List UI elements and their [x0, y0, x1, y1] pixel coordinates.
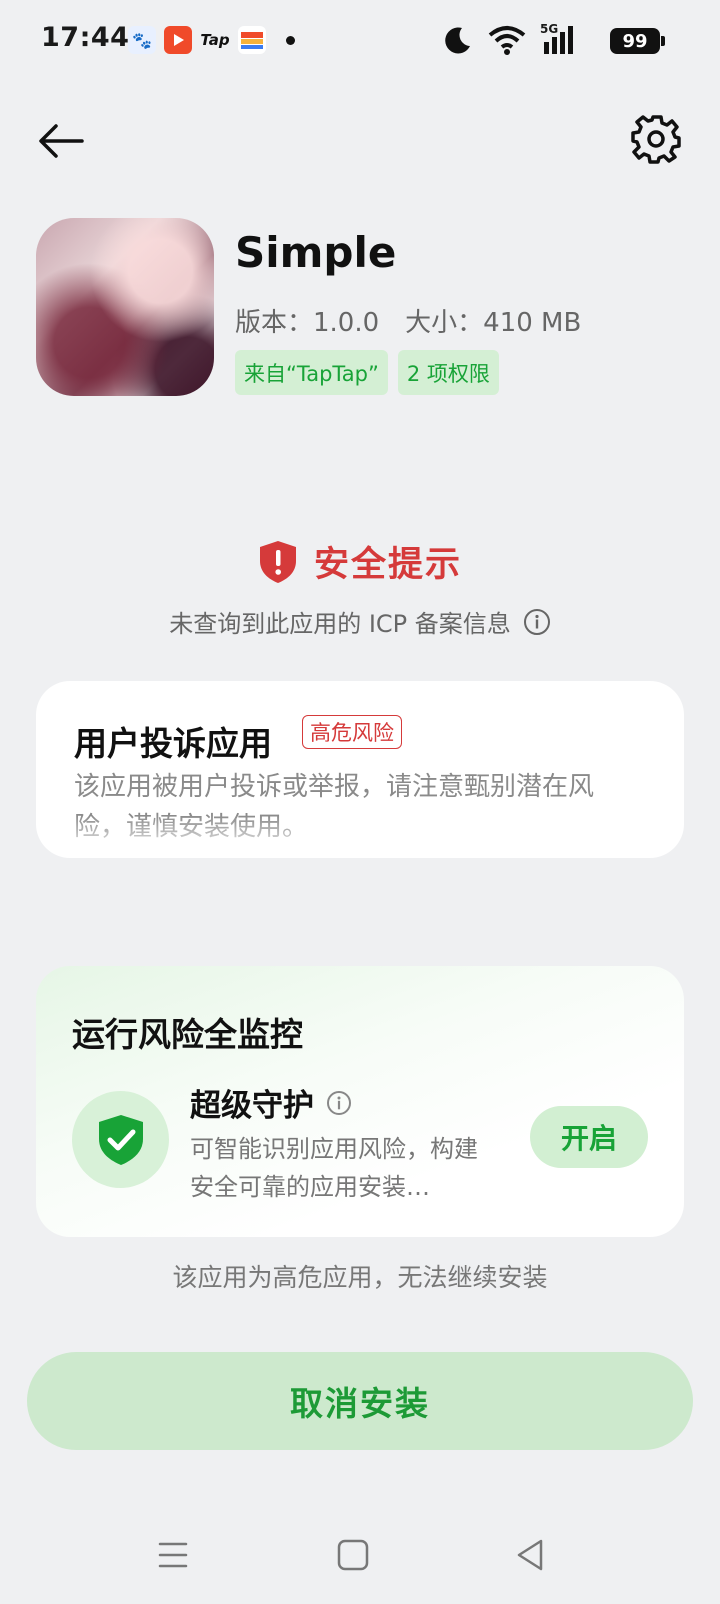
shield-check-icon [98, 1114, 143, 1165]
guard-title-text: 超级守护 [190, 1088, 314, 1124]
taptap-icon: Tap [200, 31, 230, 49]
more-notifications-dot [286, 35, 295, 45]
info-icon[interactable] [326, 1090, 352, 1116]
status-bar: 17:44 🐾 Tap 5G 99 [0, 0, 720, 82]
menu-icon [158, 1542, 188, 1568]
complaint-description: 该应用被用户投诉或举报，请注意甄别潜在风险，谨慎安装使用。 [74, 772, 595, 842]
app-icon [36, 218, 214, 396]
video-icon [164, 26, 192, 54]
app-size: 大小：410 MB [405, 308, 582, 338]
guard-title: 超级守护 [190, 1080, 352, 1125]
install-blocked-notice: 该应用为高危应用，无法继续安装 [172, 1263, 548, 1292]
notification-icons: 🐾 Tap [128, 26, 295, 54]
app-name: Simple [235, 228, 397, 277]
permissions-tag[interactable]: 2 项权限 [397, 350, 499, 395]
security-title: 安全提示 [0, 536, 720, 587]
guard-icon-container [72, 1091, 169, 1188]
security-subtitle: 未查询到此应用的 ICP 备案信息 [0, 604, 720, 639]
guard-description: 可智能识别应用风险，构建安全可靠的应用安装… [190, 1135, 478, 1201]
navigation-bar [0, 1520, 720, 1590]
app-meta: 版本：1.0.0 大小：410 MB [235, 302, 581, 339]
nav-menu-button[interactable] [150, 1532, 196, 1578]
cancel-install-button[interactable]: 取消安装 [27, 1352, 693, 1450]
monitor-title: 运行风险全监控 [72, 1015, 303, 1054]
info-icon[interactable] [523, 608, 551, 636]
baidu-icon: 🐾 [128, 26, 156, 54]
app-version: 版本：1.0.0 [235, 308, 380, 338]
app-tags: 来自“TapTap” 2 项权限 [235, 350, 499, 395]
signal-icon: 5G [540, 22, 580, 56]
wifi-icon [488, 26, 526, 55]
source-tag[interactable]: 来自“TapTap” [235, 350, 388, 395]
gear-icon [631, 115, 681, 164]
settings-button[interactable] [630, 112, 684, 166]
status-time: 17:44 [41, 22, 130, 53]
icp-notice-text: 未查询到此应用的 ICP 备案信息 [169, 610, 511, 638]
flag-icon [238, 26, 266, 54]
battery-indicator: 99 [610, 28, 665, 54]
complaint-title: 用户投诉应用 [74, 724, 272, 763]
back-triangle-icon [517, 1539, 543, 1571]
high-risk-badge: 高危风险 [302, 715, 402, 749]
nav-back-button[interactable] [508, 1532, 554, 1578]
arrow-left-icon [39, 124, 84, 158]
back-button[interactable] [36, 114, 90, 168]
enable-guard-button[interactable]: 开启 [530, 1106, 648, 1168]
security-title-text: 安全提示 [313, 545, 462, 585]
nav-home-button[interactable] [330, 1532, 376, 1578]
home-icon [337, 1539, 369, 1571]
monitor-card: 运行风险全监控 超级守护 可智能识别应用风险，构建安全可靠的应用安装… 开启 [36, 966, 684, 1237]
shield-alert-icon [259, 540, 296, 583]
moon-icon [445, 27, 470, 54]
complaint-card[interactable]: 用户投诉应用 高危风险 该应用被用户投诉或举报，请注意甄别潜在风险，谨慎安装使用… [36, 681, 684, 858]
